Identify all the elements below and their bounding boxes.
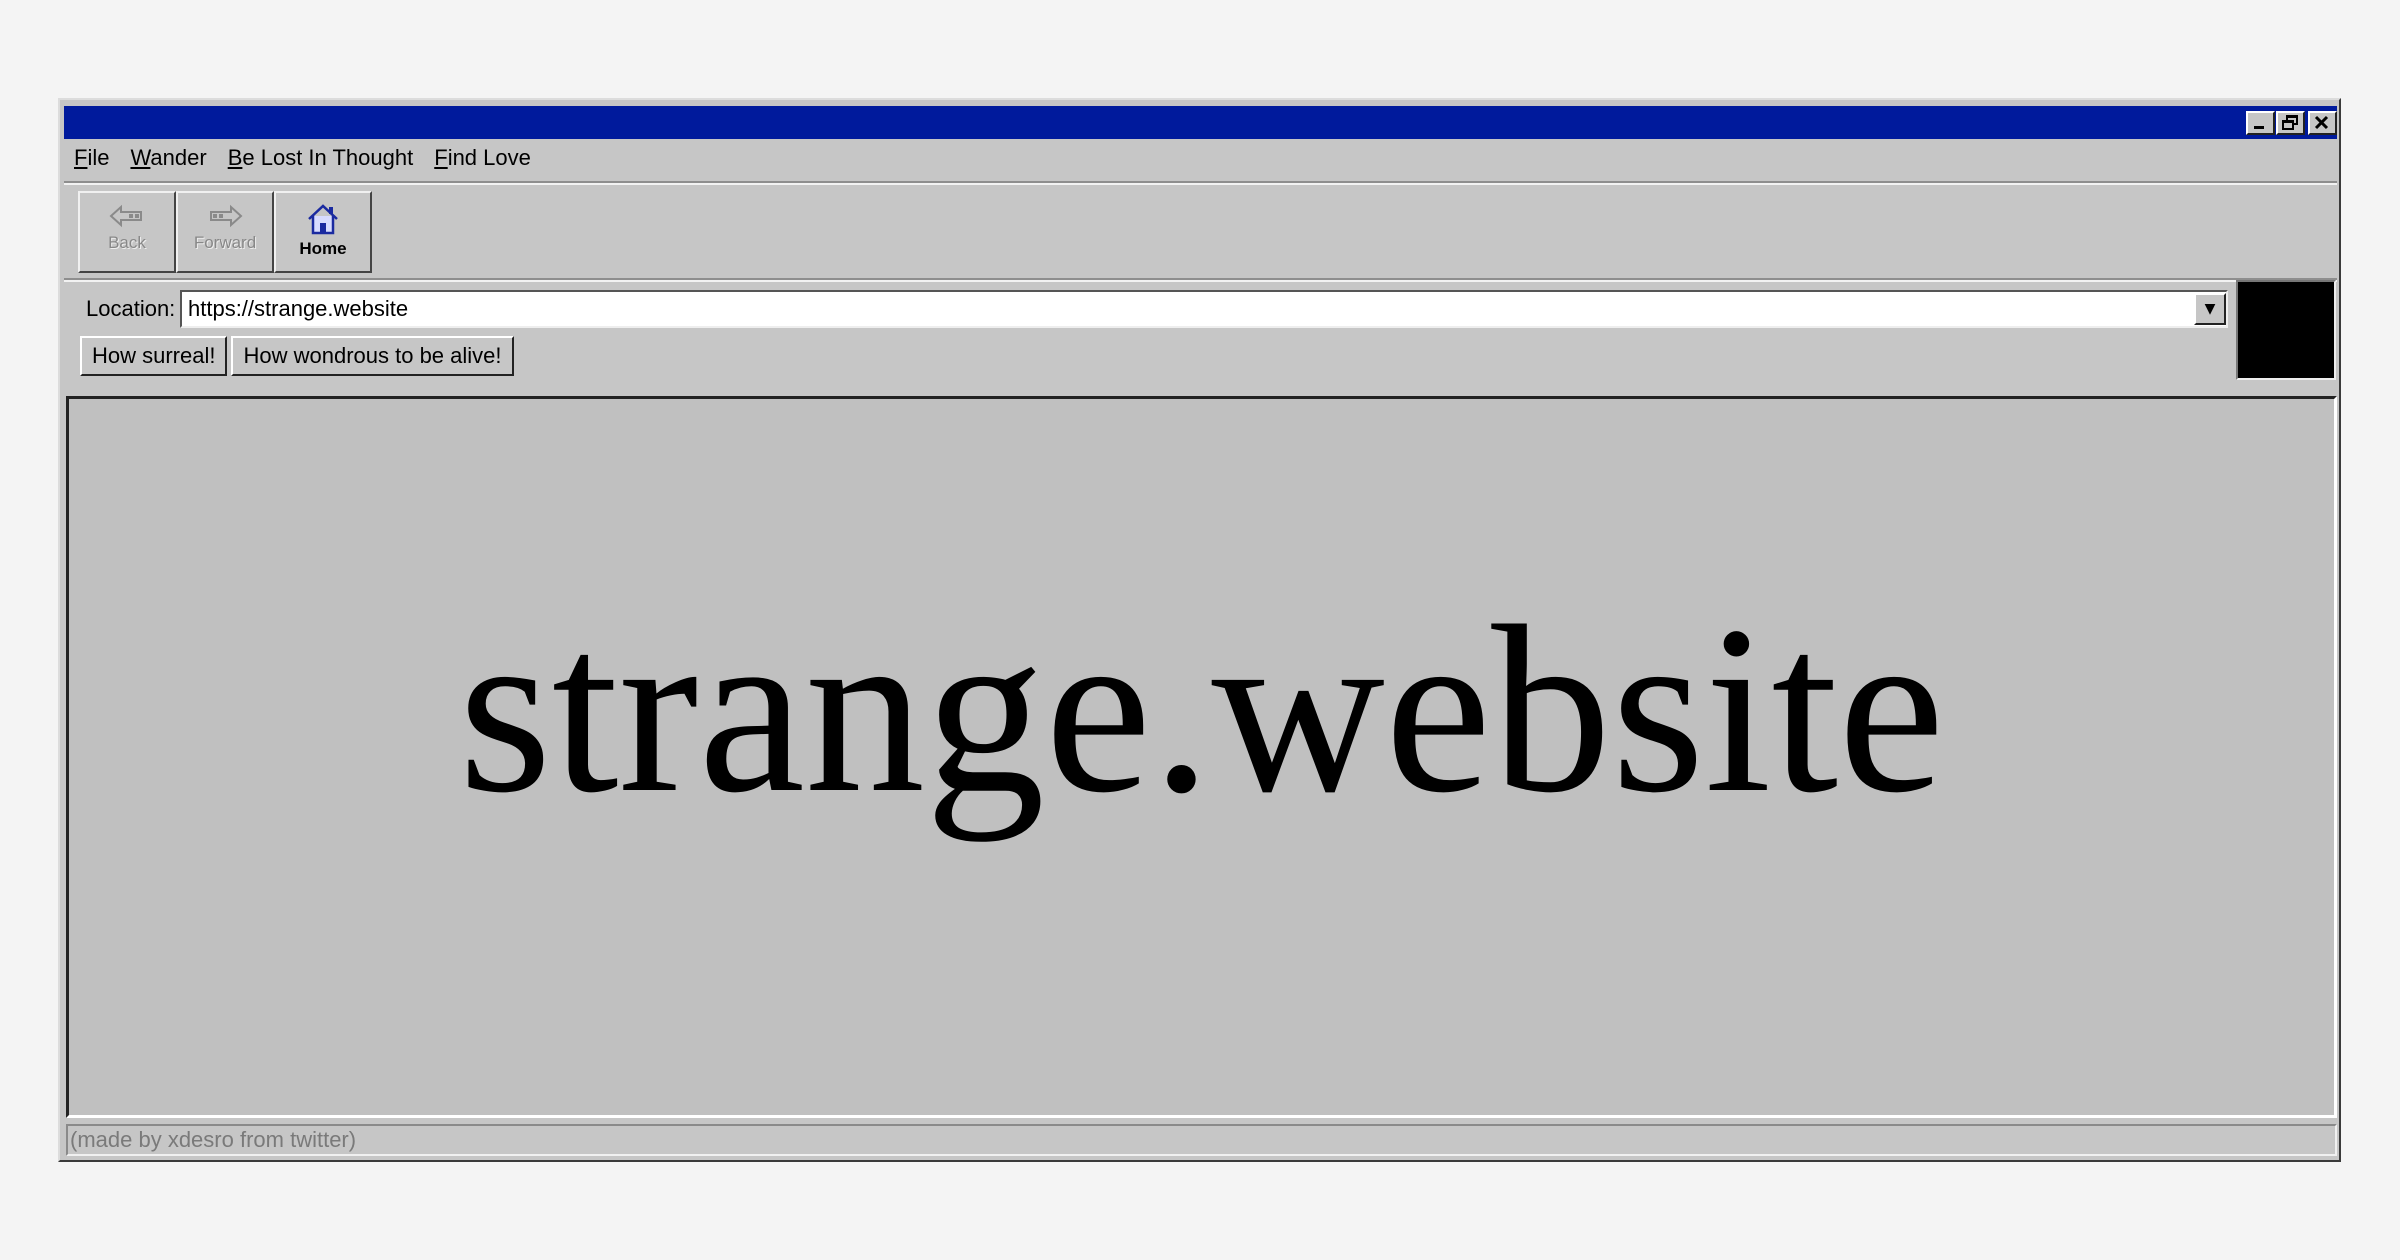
close-icon[interactable]: [2308, 111, 2337, 135]
menu-file[interactable]: File: [74, 145, 109, 175]
back-button[interactable]: Back: [78, 191, 176, 273]
title-bar[interactable]: [64, 106, 2337, 139]
menu-love-rest: ind Love: [447, 145, 531, 170]
menu-lost-rest: e Lost In Thought: [242, 145, 414, 170]
back-arrow-icon: [109, 204, 142, 228]
browser-window: File Wander Be Lost In Thought Find Love…: [58, 98, 2341, 1162]
location-label: Location:: [86, 296, 176, 321]
toolbar-divider: [64, 278, 2337, 282]
toolbar: Back Forward Home: [78, 191, 372, 273]
menu-lost-mnemonic: B: [227, 145, 243, 170]
throbber-logo: [2236, 280, 2336, 380]
back-label: Back: [108, 233, 146, 252]
page-content: strange.website: [66, 396, 2337, 1118]
forward-button[interactable]: Forward: [176, 191, 274, 273]
menu-file-mnemonic: F: [74, 145, 88, 170]
minimize-icon[interactable]: [2246, 111, 2275, 135]
location-bar: Location: ▼: [86, 290, 2286, 330]
restore-icon[interactable]: [2276, 111, 2305, 135]
site-headline: strange.website: [458, 576, 1945, 842]
menu-divider: [64, 181, 2337, 185]
home-icon: [308, 204, 338, 235]
forward-arrow-icon: [210, 204, 243, 228]
menu-wander-mnemonic: W: [130, 145, 151, 170]
chevron-down-icon[interactable]: ▼: [2194, 293, 2226, 325]
menu-be-lost-in-thought[interactable]: Be Lost In Thought: [228, 145, 414, 175]
action-buttons: How surreal! How wondrous to be alive!: [80, 336, 514, 376]
menu-wander-rest: ander: [150, 145, 207, 170]
how-surreal-button[interactable]: How surreal!: [80, 336, 228, 376]
menu-file-rest: ile: [87, 145, 110, 170]
location-input[interactable]: [180, 290, 2228, 328]
home-button[interactable]: Home: [274, 191, 372, 273]
menu-wander[interactable]: Wander: [130, 145, 206, 175]
status-bar: (made by xdesro from twitter): [66, 1124, 2337, 1156]
home-label: Home: [299, 239, 347, 258]
forward-label: Forward: [193, 233, 257, 252]
menu-love-mnemonic: F: [434, 145, 448, 170]
how-wondrous-button[interactable]: How wondrous to be alive!: [231, 336, 514, 376]
menu-find-love[interactable]: Find Love: [434, 145, 531, 175]
menu-bar: File Wander Be Lost In Thought Find Love: [74, 145, 531, 175]
